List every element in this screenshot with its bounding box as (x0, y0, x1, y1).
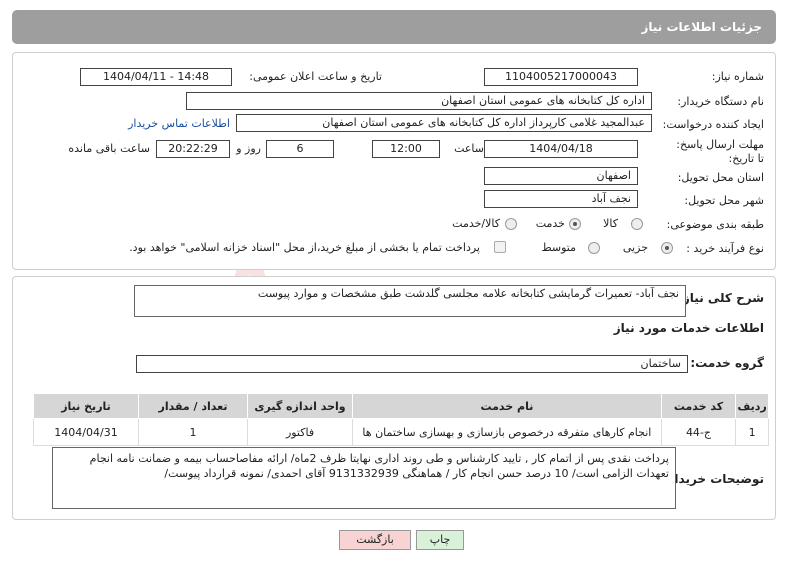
creator-field: عبدالمجید غلامی کارپرداز اداره کل کتابخا… (236, 114, 652, 132)
category-label: طبقه بندی موضوعی: (666, 218, 764, 231)
remaining-time-field: 20:22:29 (156, 140, 230, 158)
deadline-date-field[interactable]: 1404/04/18 (484, 140, 638, 158)
col-header-service-code: کد خدمت (660, 393, 737, 419)
category-radio-goods-service[interactable] (505, 218, 517, 230)
page-title: جزئیات اطلاعات نیاز (641, 20, 762, 34)
deadline-label: مهلت ارسال پاسخ: تا تاریخ: (676, 138, 764, 165)
cell-service-name: انجام کارهای متفرقه درخصوص بازسازی و بهس… (352, 418, 662, 446)
cell-quantity: 1 (138, 418, 249, 446)
creator-label: ایجاد کننده درخواست: (662, 118, 764, 131)
services-table: ردیف کد خدمت نام خدمت واحد اندازه گیری ت… (32, 393, 769, 446)
summary-textarea[interactable]: نجف آباد- تعمیرات گرمایشی کتابخانه علامه… (134, 285, 686, 317)
city-label: شهر محل تحویل: (684, 194, 764, 207)
print-button[interactable]: چاپ (416, 530, 464, 550)
city-field: نجف آباد (484, 190, 638, 208)
table-header-row: ردیف کد خدمت نام خدمت واحد اندازه گیری ت… (32, 393, 769, 419)
cell-unit: فاکتور (247, 418, 353, 446)
category-option-goods: کالا (603, 217, 618, 230)
need-number-label: شماره نیاز: (711, 70, 764, 83)
days-field: 6 (266, 140, 334, 158)
buyer-org-field: اداره کل کتابخانه های عمومی استان اصفهان (186, 92, 652, 110)
need-number-field: 1104005217000043 (484, 68, 638, 86)
deadline-time-field[interactable]: 12:00 (372, 140, 440, 158)
category-option-service: خدمت (535, 217, 565, 230)
col-header-need-date: تاریخ نیاز (32, 393, 140, 419)
remaining-time-label: ساعت باقی مانده (68, 142, 150, 155)
deadline-time-label: ساعت (454, 142, 484, 155)
days-label: روز و (236, 142, 261, 155)
province-field: اصفهان (484, 167, 638, 185)
page-header: جزئیات اطلاعات نیاز (12, 10, 776, 44)
payment-note: پرداخت تمام یا بخشی از مبلغ خرید،از محل … (129, 241, 480, 254)
back-button[interactable]: بازگشت (339, 530, 411, 550)
service-group-field: ساختمان (136, 355, 688, 373)
cell-need-date: 1404/04/31 (32, 418, 140, 446)
category-radio-service[interactable] (569, 218, 581, 230)
process-option-minor: جزیی (622, 241, 648, 254)
announce-field: 1404/04/11 - 14:48 (80, 68, 232, 86)
process-label: نوع فرآیند خرید : (686, 242, 764, 255)
summary-label: شرح کلی نیاز: (678, 291, 764, 305)
category-radio-goods[interactable] (631, 218, 643, 230)
col-header-service-name: نام خدمت (352, 393, 662, 419)
process-radio-medium[interactable] (588, 242, 600, 254)
province-label: استان محل تحویل: (677, 171, 764, 184)
process-option-medium: متوسط (541, 241, 576, 254)
announce-label: تاریخ و ساعت اعلان عمومی: (249, 70, 382, 83)
buyer-contact-link[interactable]: اطلاعات تماس خریدار (128, 117, 230, 130)
buyer-notes-label: توضیحات خریدار: (662, 472, 764, 486)
treasury-checkbox[interactable] (494, 241, 506, 253)
services-section-title: اطلاعات خدمات مورد نیاز (613, 321, 764, 335)
cell-service-code: ج-44 (660, 418, 737, 446)
category-option-goods-service: کالا/خدمت (452, 217, 500, 230)
buyer-notes-textarea[interactable]: پرداخت نقدی پس از اتمام کار , تایید کارش… (52, 447, 676, 509)
service-group-label: گروه خدمت: (690, 356, 764, 370)
cell-row-number: 1 (735, 418, 769, 446)
col-header-row-number: ردیف (735, 393, 769, 419)
buyer-org-label: نام دستگاه خریدار: (677, 95, 764, 108)
col-header-quantity: تعداد / مقدار (138, 393, 249, 419)
process-radio-minor[interactable] (661, 242, 673, 254)
col-header-unit: واحد اندازه گیری (247, 393, 353, 419)
table-row: 1 ج-44 انجام کارهای متفرقه درخصوص بازساز… (32, 418, 769, 446)
